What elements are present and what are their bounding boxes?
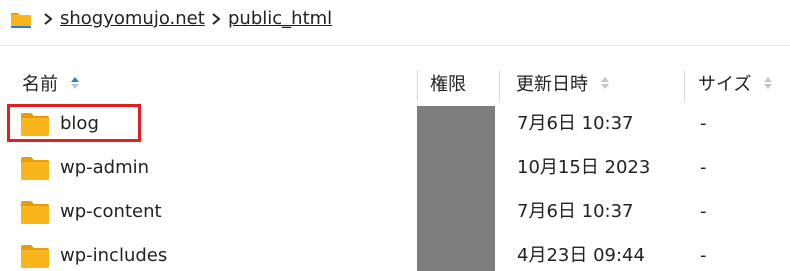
column-header-permission: 権限 (430, 66, 466, 104)
file-size: - (700, 157, 707, 178)
table-row[interactable]: wp-admin 10月15日 2023 - (0, 146, 790, 190)
modified-date: 10月15日 2023 (517, 157, 651, 178)
breadcrumb: shogyomujo.net public_html (0, 0, 790, 40)
file-size: - (700, 113, 707, 134)
modified-date: 4月23日 09:44 (517, 245, 645, 266)
breadcrumb-divider (0, 45, 790, 46)
column-divider[interactable] (684, 70, 685, 102)
folder-icon (21, 245, 49, 268)
column-header-name-label: 名前 (22, 74, 58, 95)
sort-icon (600, 77, 609, 89)
modified-date: 7月6日 10:37 (517, 113, 634, 134)
column-header-size-label: サイズ (698, 74, 752, 95)
sort-ascending-icon (70, 77, 79, 89)
file-size: - (700, 245, 707, 266)
highlight-box (7, 104, 141, 142)
breadcrumb-item-public-html[interactable]: public_html (228, 8, 332, 30)
file-manager: shogyomujo.net public_html 名前 権限 更新日時 サイ… (0, 0, 790, 271)
table-row[interactable]: wp-content 7月6日 10:37 - (0, 190, 790, 234)
modified-date: 7月6日 10:37 (517, 201, 634, 222)
column-divider[interactable] (499, 70, 500, 102)
root-folder-icon[interactable] (11, 11, 31, 28)
file-name[interactable]: wp-admin (60, 146, 149, 190)
column-header-permission-label: 権限 (430, 74, 466, 95)
table-row[interactable]: wp-includes 4月23日 09:44 - (0, 234, 790, 271)
table-header: 名前 権限 更新日時 サイズ (0, 66, 790, 104)
chevron-right-icon (41, 10, 55, 28)
folder-icon (21, 201, 49, 224)
file-name[interactable]: wp-content (60, 190, 162, 234)
column-header-name[interactable]: 名前 (22, 66, 80, 104)
file-size: - (700, 201, 707, 222)
column-header-modified-label: 更新日時 (516, 74, 588, 95)
column-header-size[interactable]: サイズ (698, 66, 773, 104)
chevron-right-icon (209, 10, 223, 28)
column-header-modified[interactable]: 更新日時 (516, 66, 610, 104)
sort-icon (764, 77, 773, 89)
breadcrumb-item-domain[interactable]: shogyomujo.net (60, 8, 205, 30)
column-divider[interactable] (417, 70, 418, 102)
file-name[interactable]: wp-includes (60, 234, 167, 271)
folder-icon (21, 157, 49, 180)
